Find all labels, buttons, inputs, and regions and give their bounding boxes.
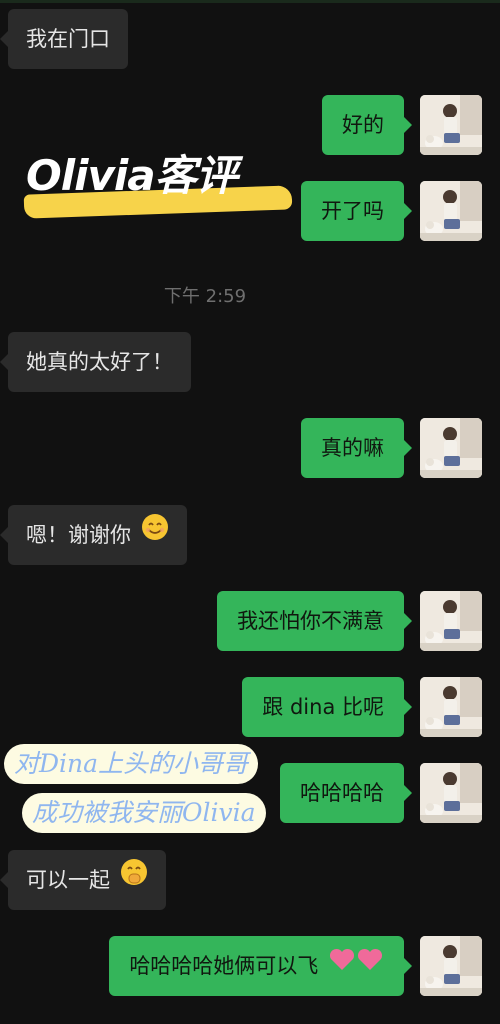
message-timestamp: 下午 2:59 (163, 286, 247, 307)
outgoing-message-bubble[interactable]: 好的 (322, 95, 412, 155)
avatar-photo-icon (420, 181, 482, 241)
incoming-message-bubble[interactable]: 她真的太好了！ (0, 332, 191, 392)
pink-hearts-icon (328, 935, 384, 995)
message-text: 哈哈哈哈她俩可以飞 (129, 954, 319, 978)
message-row: 她真的太好了！ (0, 332, 500, 392)
message-text: 嗯！谢谢你 (26, 523, 131, 547)
avatar[interactable] (420, 591, 482, 651)
message-text: 好的 (342, 113, 384, 137)
outgoing-message-bubble[interactable]: 我还怕你不满意 (217, 591, 412, 651)
giggle-face-icon (120, 849, 148, 909)
caption-line-1: 对Dina上头的小哥哥 (4, 744, 259, 784)
message-row: 嗯！谢谢你 (0, 505, 500, 565)
outgoing-message-bubble[interactable]: 真的嘛 (301, 418, 412, 478)
message-row: 真的嘛 (0, 418, 500, 478)
top-strip (0, 0, 500, 3)
message-text: 跟 dina 比呢 (262, 695, 384, 719)
avatar[interactable] (420, 677, 482, 737)
message-row: 哈哈哈哈她俩可以飞 (0, 936, 500, 996)
message-row: 可以一起 (0, 850, 500, 910)
outgoing-message-bubble[interactable]: 哈哈哈哈她俩可以飞 (109, 935, 412, 996)
caption-line-2: 成功被我安丽Olivia (22, 793, 266, 833)
avatar-photo-icon (420, 418, 482, 478)
message-text: 她真的太好了！ (26, 350, 173, 374)
avatar-photo-icon (420, 591, 482, 651)
outgoing-message-bubble[interactable]: 开了吗 (301, 181, 412, 241)
message-row: 我还怕你不满意 (0, 591, 500, 651)
chat-screen: 我在门口 好的 开了吗 Olivia客评 下午 2:59 她真的太好了！ 真的嘛… (0, 0, 500, 1024)
message-text: 我在门口 (26, 27, 110, 51)
message-row: 跟 dina 比呢 (0, 677, 500, 737)
avatar[interactable] (420, 936, 482, 996)
message-row: 我在门口 (0, 9, 500, 69)
avatar-photo-icon (420, 677, 482, 737)
avatar-photo-icon (420, 763, 482, 823)
avatar-photo-icon (420, 936, 482, 996)
title-sticker: Olivia客评 (18, 140, 298, 230)
message-text: 真的嘛 (321, 436, 384, 460)
avatar[interactable] (420, 763, 482, 823)
avatar[interactable] (420, 95, 482, 155)
incoming-message-bubble[interactable]: 可以一起 (0, 849, 166, 910)
message-text: 我还怕你不满意 (237, 609, 384, 633)
smiling-face-icon (141, 504, 169, 564)
message-text: 开了吗 (321, 199, 384, 223)
incoming-message-bubble[interactable]: 我在门口 (0, 9, 128, 69)
caption-sticker: 对Dina上头的小哥哥 成功被我安丽Olivia (0, 738, 320, 838)
incoming-message-bubble[interactable]: 嗯！谢谢你 (0, 504, 187, 565)
avatar[interactable] (420, 418, 482, 478)
outgoing-message-bubble[interactable]: 跟 dina 比呢 (242, 677, 412, 737)
message-text: 可以一起 (26, 868, 110, 892)
title-text: Olivia客评 (26, 151, 238, 200)
avatar-photo-icon (420, 95, 482, 155)
avatar[interactable] (420, 181, 482, 241)
